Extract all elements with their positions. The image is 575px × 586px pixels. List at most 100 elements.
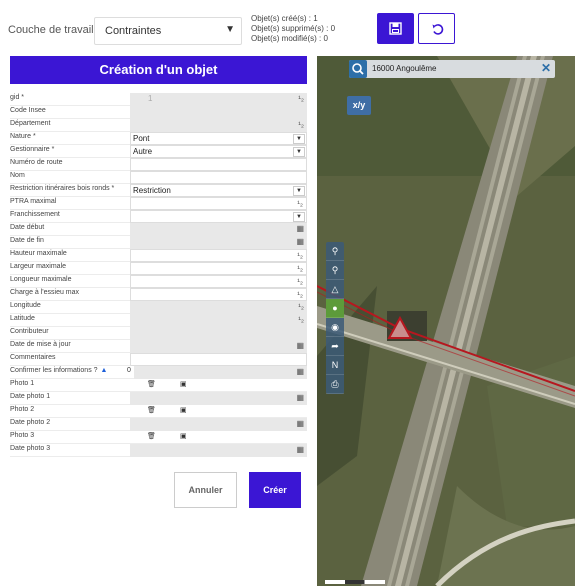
folder-icon[interactable]: ▣ — [180, 406, 187, 414]
code-insee-input[interactable] — [130, 106, 307, 119]
field-label: Numéro de route — [10, 159, 63, 166]
nature-value: Pont — [133, 134, 150, 143]
field-label: Confirmer les informations ? ▲ — [10, 367, 107, 374]
create-button[interactable]: Créer — [249, 472, 301, 508]
trash-icon[interactable]: 🗑 — [147, 380, 156, 388]
restriction-value: Restriction — [133, 186, 171, 195]
date-photo1-input[interactable]: ▦ — [130, 392, 307, 405]
date-maj-input[interactable]: ▦ — [130, 340, 307, 353]
close-icon[interactable]: ✕ — [541, 61, 551, 75]
field-code-insee: Code Insee — [10, 106, 307, 119]
field-photo3: Photo 3 🗑 ▣ — [10, 431, 307, 444]
undo-button[interactable] — [418, 13, 455, 44]
folder-icon[interactable]: ▣ — [180, 432, 187, 440]
nature-select[interactable]: Pont ▼ — [130, 132, 307, 145]
field-ptra: PTRA maximal ¹₂ — [10, 197, 307, 210]
numeric-icon: ¹₂ — [298, 120, 304, 129]
search-icon[interactable] — [349, 60, 367, 78]
field-date-fin: Date de fin ▦ — [10, 236, 307, 249]
thumbs-up-icon: ▲ — [100, 367, 108, 374]
longueur-input[interactable]: ¹₂ — [130, 275, 307, 288]
nom-input[interactable] — [130, 171, 307, 184]
layer-select[interactable]: Contraintes ▼ — [94, 17, 242, 45]
field-franchissement: Franchissement ▼ — [10, 210, 307, 223]
gestionnaire-select[interactable]: Autre ▼ — [130, 145, 307, 158]
search-icon[interactable]: ⚲ — [326, 261, 344, 280]
field-departement: Département ¹₂ — [10, 119, 307, 132]
field-label: Charge à l'essieu max — [10, 289, 80, 296]
date-photo2-input[interactable]: ▦ — [130, 418, 307, 431]
count-modified: Objet(s) modifié(s) : 0 — [251, 34, 328, 43]
field-label: gid * — [10, 94, 25, 101]
calendar-icon[interactable]: ▦ — [296, 445, 304, 454]
field-label: Nature * — [10, 133, 36, 140]
save-button[interactable] — [377, 13, 414, 44]
calendar-icon[interactable]: ▦ — [296, 237, 304, 246]
field-nature: Nature * Pont ▼ — [10, 132, 307, 145]
contributeur-input[interactable] — [130, 327, 307, 340]
field-label: Largeur maximale — [10, 263, 67, 270]
panel-title: Création d'un objet — [10, 56, 307, 84]
field-label: Commentaires — [10, 354, 56, 361]
numeric-icon: ¹₂ — [297, 277, 303, 286]
layer-label: Couche de travail — [8, 24, 94, 36]
departement-input[interactable]: ¹₂ — [130, 119, 307, 132]
commentaires-input[interactable] — [130, 353, 307, 366]
folder-icon[interactable]: ▣ — [180, 380, 187, 388]
chevron-down-icon: ▼ — [225, 24, 235, 35]
numeric-icon: ¹₂ — [297, 264, 303, 273]
field-latitude: Latitude ¹₂ — [10, 314, 307, 327]
print-icon[interactable]: ⎙ — [326, 375, 344, 394]
north-icon[interactable]: N — [326, 356, 344, 375]
numero-route-input[interactable] — [130, 158, 307, 171]
date-photo3-input[interactable]: ▦ — [130, 444, 307, 457]
calendar-icon[interactable]: ▦ — [296, 419, 304, 428]
cancel-button[interactable]: Annuler — [174, 472, 237, 508]
field-label: Gestionnaire * — [10, 146, 55, 153]
latitude-input[interactable]: ¹₂ — [130, 314, 307, 327]
object-counts: Objet(s) créé(s) : 1 Objet(s) supprimé(s… — [251, 14, 335, 44]
field-label: Photo 2 — [10, 406, 35, 413]
triangle-icon[interactable]: △ — [326, 280, 344, 299]
point-icon[interactable]: ● — [326, 299, 344, 318]
calendar-icon[interactable]: ▦ — [296, 224, 304, 233]
map-view[interactable]: 16000 Angoulême ✕ x/y ⚲ ⚲ △ ● ◉ ➦ N ⎙ — [317, 56, 575, 586]
zoom-box-icon[interactable]: ⚲ — [326, 242, 344, 261]
longitude-input[interactable]: ¹₂ — [130, 301, 307, 314]
field-label: Date photo 2 — [10, 419, 51, 426]
calendar-clock-icon[interactable]: ▦ — [296, 341, 304, 350]
xy-coordinates-button[interactable]: x/y — [347, 96, 371, 115]
map-search[interactable]: 16000 Angoulême ✕ — [349, 60, 555, 78]
field-restriction: Restriction itinéraires bois ronds * Res… — [10, 184, 307, 197]
layer-select-value: Contraintes — [105, 25, 162, 37]
satellite-imagery — [317, 56, 575, 586]
gid-input[interactable]: 1 ¹₂ — [130, 93, 307, 106]
field-label: Longitude — [10, 302, 41, 309]
field-date-maj: Date de mise à jour ▦ — [10, 340, 307, 353]
field-nom: Nom — [10, 171, 307, 184]
confirmer-input[interactable]: ▦ — [134, 366, 307, 379]
hauteur-input[interactable]: ¹₂ — [130, 249, 307, 262]
calendar-icon[interactable]: ▦ — [296, 367, 304, 376]
field-label: Latitude — [10, 315, 35, 322]
chevron-down-icon: ▼ — [293, 147, 305, 157]
field-gestionnaire: Gestionnaire * Autre ▼ — [10, 145, 307, 158]
field-label: Hauteur maximale — [10, 250, 67, 257]
numeric-icon: ¹₂ — [298, 315, 304, 324]
field-label: Date photo 3 — [10, 445, 51, 452]
ptra-input[interactable]: ¹₂ — [130, 197, 307, 210]
largeur-input[interactable]: ¹₂ — [130, 262, 307, 275]
marker-icon[interactable]: ◉ — [326, 318, 344, 337]
calendar-icon[interactable]: ▦ — [296, 393, 304, 402]
field-hauteur: Hauteur maximale ¹₂ — [10, 249, 307, 262]
confirmer-label: Confirmer les informations ? — [10, 367, 98, 374]
trash-icon[interactable]: 🗑 — [147, 406, 156, 414]
route-icon[interactable]: ➦ — [326, 337, 344, 356]
charge-input[interactable]: ¹₂ — [130, 288, 307, 301]
trash-icon[interactable]: 🗑 — [147, 432, 156, 440]
field-largeur: Largeur maximale ¹₂ — [10, 262, 307, 275]
franchissement-select[interactable]: ▼ — [130, 210, 307, 223]
date-fin-input[interactable]: ▦ — [130, 236, 307, 249]
date-debut-input[interactable]: ▦ — [130, 223, 307, 236]
restriction-select[interactable]: Restriction ▼ — [130, 184, 307, 197]
